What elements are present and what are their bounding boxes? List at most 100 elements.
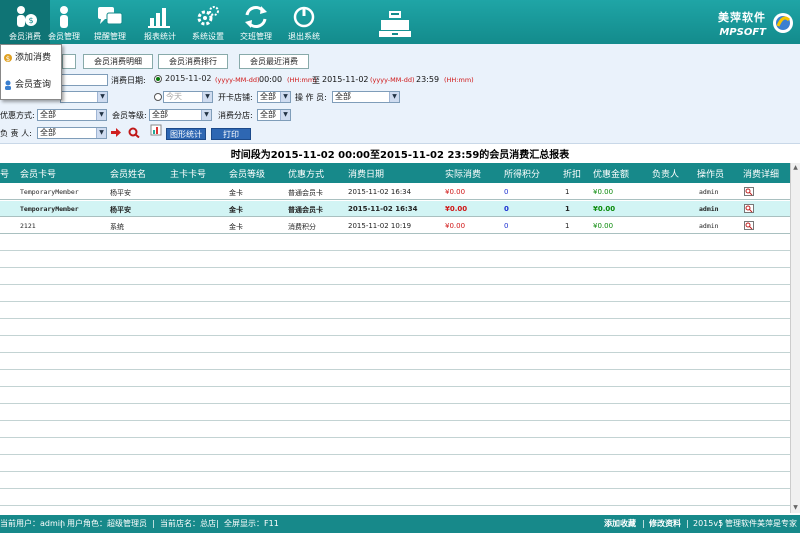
date-to-input[interactable]: 2015-11-02: [322, 75, 369, 84]
toolbar-reminder[interactable]: 提醒管理: [85, 0, 135, 44]
discount-select[interactable]: 全部 ▼: [37, 109, 107, 121]
toolbar-shift[interactable]: 交班管理: [231, 0, 281, 44]
cell-level: 金卡: [229, 223, 243, 231]
add-favorite-link[interactable]: 添加收藏: [604, 515, 636, 533]
member-level-select[interactable]: 全部 ▼: [149, 109, 212, 121]
col-person[interactable]: 负责人: [652, 167, 679, 180]
empty-table-row: [0, 507, 790, 513]
operator-value: 全部: [335, 92, 351, 101]
card-store-label: 开卡店铺:: [218, 93, 253, 102]
tab-member-consume-summary[interactable]: [62, 54, 76, 69]
detail-view-icon[interactable]: [744, 187, 754, 196]
member-level-label: 会员等级:: [112, 111, 147, 120]
chevron-down-icon[interactable]: ▼: [201, 110, 211, 120]
toolbar-label: 交班管理: [240, 32, 272, 41]
col-no[interactable]: 号: [0, 167, 9, 180]
status-separator: |: [60, 519, 63, 528]
date-range-radio[interactable]: [154, 75, 162, 83]
col-level[interactable]: 会员等级: [229, 167, 265, 180]
col-name[interactable]: 会员姓名: [110, 167, 146, 180]
brand-name-cn: 美萍软件: [718, 11, 766, 24]
toolbar-report[interactable]: 报表统计: [135, 0, 185, 44]
branch-label: 消费分店:: [218, 111, 253, 120]
col-card[interactable]: 会员卡号: [20, 167, 56, 180]
date-format-hint-2: (yyyy-MM-dd): [370, 76, 415, 84]
chart-stats-button[interactable]: 图形统计: [166, 128, 206, 140]
empty-table-row: [0, 456, 790, 472]
toolbar-member-manage[interactable]: 会员管理: [39, 0, 89, 44]
scroll-up-icon[interactable]: ▲: [791, 163, 800, 173]
empty-table-row: [0, 252, 790, 268]
scroll-down-icon[interactable]: ▼: [791, 503, 800, 513]
brand-logo-icon: [773, 13, 793, 33]
cell-date: 2015-11-02 16:34: [348, 188, 412, 196]
cell-date: 2015-11-02 16:34: [348, 205, 418, 213]
col-date[interactable]: 消费日期: [348, 167, 384, 180]
cell-actual: ¥0.00: [445, 205, 468, 213]
chevron-down-icon[interactable]: ▼: [97, 92, 107, 102]
search-icon[interactable]: [128, 127, 140, 138]
chevron-down-icon[interactable]: ▼: [202, 92, 212, 102]
chevron-down-icon[interactable]: ▼: [280, 92, 290, 102]
col-points[interactable]: 所得积分: [504, 167, 540, 180]
chevron-down-icon[interactable]: ▼: [389, 92, 399, 102]
member-name-select[interactable]: ▼: [60, 91, 108, 103]
toolbar-settings[interactable]: 系统设置: [183, 0, 233, 44]
col-main-card[interactable]: 主卡卡号: [170, 167, 206, 180]
cell-level: 金卡: [229, 189, 243, 197]
member-manage-icon: [60, 6, 68, 28]
reminder-icon: [98, 7, 123, 25]
time-to-input[interactable]: 23:59: [416, 75, 439, 84]
detail-view-icon[interactable]: [744, 221, 754, 230]
date-from-input[interactable]: 2015-11-02: [163, 74, 213, 86]
edit-profile-link[interactable]: 修改资料: [649, 515, 681, 533]
table-row[interactable]: TemporaryMember 杨平安 金卡 普通会员卡 2015-11-02 …: [0, 184, 790, 200]
operator-select[interactable]: 全部 ▼: [332, 91, 400, 103]
col-detail[interactable]: 消费详细: [743, 167, 779, 180]
today-radio[interactable]: [154, 93, 162, 101]
empty-table-row: [0, 490, 790, 506]
table-row[interactable]: 2121 系统 金卡 消费积分 2015-11-02 10:19 ¥0.00 0…: [0, 218, 790, 234]
col-actual[interactable]: 实际消费: [445, 167, 481, 180]
exit-icon: [293, 6, 315, 28]
empty-table-row: [0, 235, 790, 251]
chart-icon[interactable]: [150, 124, 162, 136]
member-card-input[interactable]: [60, 74, 108, 86]
arrow-right-icon[interactable]: [111, 128, 121, 137]
table-row[interactable]: TemporaryMember 杨平安 金卡 普通会员卡 2015-11-02 …: [0, 201, 790, 217]
branch-select[interactable]: 全部 ▼: [257, 109, 291, 121]
empty-table-row: [0, 320, 790, 336]
col-saving[interactable]: 优惠金额: [593, 167, 629, 180]
cell-name: 杨平安: [110, 189, 131, 197]
detail-view-icon[interactable]: [744, 204, 754, 213]
tab-recent-consume[interactable]: 会员最近消费: [239, 54, 309, 69]
print-button[interactable]: 打印: [211, 128, 251, 140]
col-rate[interactable]: 折扣: [563, 167, 581, 180]
person-select[interactable]: 全部 ▼: [37, 127, 107, 139]
cell-discount: 普通会员卡: [288, 206, 323, 214]
cell-points: 0: [504, 205, 509, 213]
status-bar: 当前用户：admin | 用户角色：超级管理员 | 当前店名：总店 | 全屏显示…: [0, 515, 800, 533]
time-format-hint-2: (HH:mm): [444, 76, 474, 84]
cell-operator: admin: [699, 188, 719, 196]
menu-item-add-consume[interactable]: $ 添加消费: [1, 45, 61, 72]
card-store-value: 全部: [260, 92, 276, 101]
col-operator[interactable]: 操作员: [697, 167, 724, 180]
chevron-down-icon[interactable]: ▼: [96, 128, 106, 138]
empty-table-row: [0, 337, 790, 353]
chevron-down-icon[interactable]: ▼: [280, 110, 290, 120]
time-from-input[interactable]: 00:00: [259, 75, 282, 84]
card-store-select[interactable]: 全部 ▼: [257, 91, 291, 103]
report-title: 时间段为2015-11-02 00:00至2015-11-02 23:59的会员…: [230, 150, 570, 161]
menu-item-member-query[interactable]: 会员查询: [1, 72, 61, 99]
chevron-down-icon[interactable]: ▼: [96, 110, 106, 120]
table-header: 号 会员卡号 会员姓名 主卡卡号 会员等级 优惠方式 消费日期 实际消费 所得积…: [0, 163, 790, 183]
tab-consume-detail[interactable]: 会员消费明细: [83, 54, 153, 69]
tab-consume-ranking[interactable]: 会员消费排行: [158, 54, 228, 69]
settings-gear-icon: [197, 6, 219, 26]
cash-register-icon[interactable]: [378, 10, 412, 38]
col-discount[interactable]: 优惠方式: [288, 167, 324, 180]
vertical-scrollbar[interactable]: ▲ ▼: [790, 163, 800, 513]
toolbar-exit[interactable]: 退出系统: [279, 0, 329, 44]
today-select[interactable]: 今天 ▼: [163, 91, 213, 103]
